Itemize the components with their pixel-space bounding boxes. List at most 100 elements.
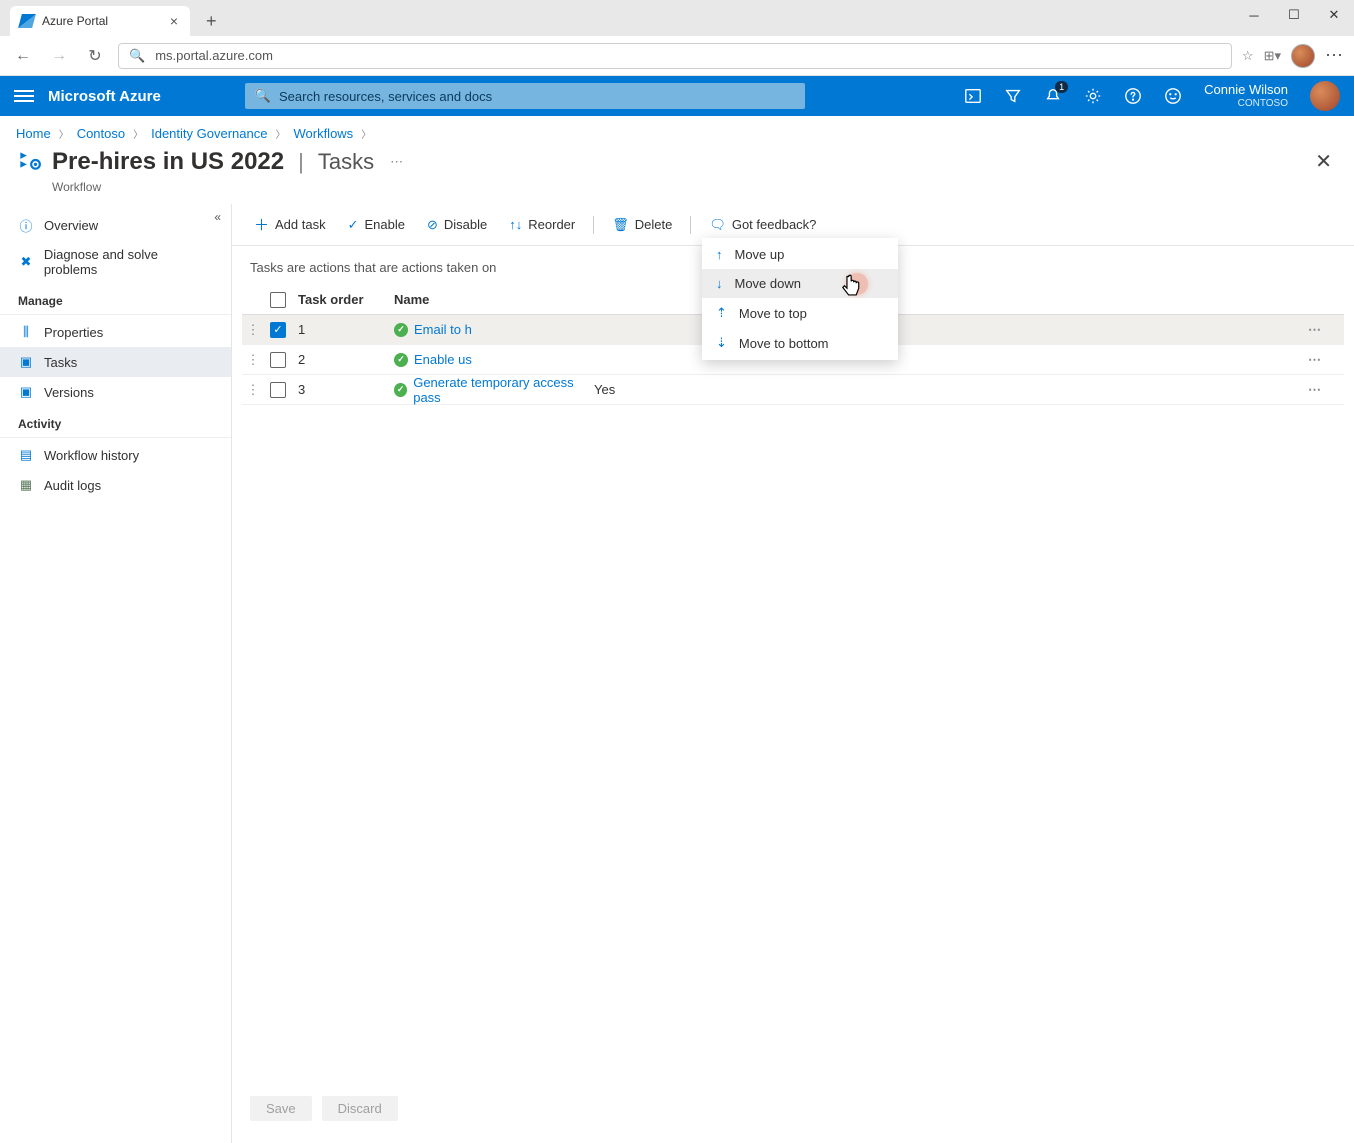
browser-back-button[interactable]: ←	[10, 43, 36, 69]
arrow-down-icon: ↓	[716, 276, 723, 291]
browser-menu-button[interactable]: ⋯	[1325, 45, 1344, 66]
task-name-link[interactable]: Enable us	[414, 352, 472, 367]
browser-tab-strip: Azure Portal × + ─ ☐ ✕	[0, 0, 1354, 36]
drag-handle-icon[interactable]: ⋮	[242, 382, 262, 398]
window-minimize-button[interactable]: ─	[1234, 0, 1274, 30]
row-checkbox[interactable]	[270, 382, 286, 398]
history-icon: ▤	[18, 447, 34, 463]
sidebar-item-label: Versions	[44, 385, 94, 400]
url-input[interactable]: 🔍 ms.portal.azure.com	[118, 43, 1232, 69]
azure-brand[interactable]: Microsoft Azure	[48, 88, 161, 105]
search-placeholder: Search resources, services and docs	[279, 89, 492, 104]
sidebar-item-tasks[interactable]: ▣ Tasks	[0, 347, 231, 377]
directory-filter-icon[interactable]	[1004, 87, 1022, 105]
drag-handle-icon[interactable]: ⋮	[242, 352, 262, 368]
feedback-smiley-icon[interactable]	[1164, 87, 1182, 105]
main-content: ＋Add task ✓Enable ⊘Disable ↑↓Reorder 🗑De…	[232, 204, 1354, 1143]
sidebar-item-label: Diagnose and solve problems	[44, 247, 213, 277]
sidebar-item-audit[interactable]: ▦ Audit logs	[0, 470, 231, 500]
more-actions-icon[interactable]: ⋯	[390, 154, 403, 170]
row-menu-button[interactable]: ⋯	[1308, 352, 1344, 368]
new-tab-button[interactable]: +	[198, 7, 225, 36]
collections-icon[interactable]: ⊞▾	[1264, 48, 1281, 64]
breadcrumb-identity-governance[interactable]: Identity Governance	[151, 126, 267, 141]
tasks-icon: ▣	[18, 354, 34, 370]
select-all-checkbox[interactable]	[270, 292, 286, 308]
drag-handle-icon[interactable]: ⋮	[242, 322, 262, 338]
window-controls: ─ ☐ ✕	[1234, 0, 1354, 30]
move-up-item[interactable]: ↑Move up	[702, 240, 898, 269]
portal-menu-button[interactable]	[14, 90, 34, 102]
wrench-icon: ✖	[18, 254, 34, 270]
user-account-button[interactable]: Connie Wilson CONTOSO	[1204, 83, 1288, 108]
page-subtitle: Workflow	[0, 180, 1354, 204]
enable-button[interactable]: ✓Enable	[340, 213, 413, 237]
browser-address-bar: ← → ↻ 🔍 ms.portal.azure.com ☆ ⊞▾ ⋯	[0, 36, 1354, 76]
row-menu-button[interactable]: ⋯	[1308, 382, 1344, 398]
sidebar-item-label: Tasks	[44, 355, 77, 370]
status-success-icon: ✓	[394, 353, 408, 367]
window-maximize-button[interactable]: ☐	[1274, 0, 1314, 30]
window-close-button[interactable]: ✕	[1314, 0, 1354, 30]
title-separator: |	[298, 149, 304, 175]
row-menu-button[interactable]: ⋯	[1308, 322, 1344, 338]
sidebar-section-activity: Activity	[0, 407, 231, 438]
task-name-link[interactable]: Generate temporary access pass	[413, 375, 594, 405]
task-order-value: 1	[294, 322, 394, 337]
disable-button[interactable]: ⊘Disable	[419, 213, 495, 237]
add-task-button[interactable]: ＋Add task	[246, 210, 334, 239]
browser-refresh-button[interactable]: ↻	[82, 43, 108, 69]
sidebar-item-label: Properties	[44, 325, 103, 340]
info-icon: ⓘ	[18, 217, 34, 233]
table-row[interactable]: ⋮ 3 ✓Generate temporary access pass Yes …	[242, 375, 1344, 405]
arrow-top-icon: ⇡	[716, 305, 727, 321]
chevron-right-icon: 〉	[133, 126, 143, 141]
arrow-up-icon: ↑	[716, 247, 723, 262]
sidebar-item-versions[interactable]: ▣ Versions	[0, 377, 231, 407]
tab-close-icon[interactable]: ×	[170, 13, 178, 29]
row-checkbox[interactable]	[270, 352, 286, 368]
move-bottom-item[interactable]: ⇣Move to bottom	[702, 328, 898, 358]
settings-icon[interactable]	[1084, 87, 1102, 105]
col-task-order[interactable]: Task order	[294, 292, 394, 307]
sidebar-item-properties[interactable]: ⫼ Properties	[0, 317, 231, 347]
breadcrumb-home[interactable]: Home	[16, 126, 51, 141]
separator	[690, 216, 691, 234]
user-name: Connie Wilson	[1204, 83, 1288, 97]
pointer-cursor-icon	[840, 274, 862, 306]
task-name-link[interactable]: Email to h	[414, 322, 472, 337]
breadcrumb-contoso[interactable]: Contoso	[77, 126, 125, 141]
user-tenant: CONTOSO	[1204, 98, 1288, 109]
arrow-bottom-icon: ⇣	[716, 335, 727, 351]
search-icon: 🔍	[255, 88, 271, 104]
chevron-right-icon: 〉	[275, 126, 285, 141]
notifications-icon[interactable]: 1	[1044, 87, 1062, 105]
delete-button[interactable]: 🗑Delete	[604, 213, 680, 237]
move-down-item[interactable]: ↓Move down	[702, 269, 898, 298]
sidebar-item-diagnose[interactable]: ✖ Diagnose and solve problems	[0, 240, 231, 284]
move-top-item[interactable]: ⇡Move to top	[702, 298, 898, 328]
sidebar-item-label: Workflow history	[44, 448, 139, 463]
collapse-nav-icon[interactable]: «	[214, 210, 221, 224]
blade-close-button[interactable]: ✕	[1315, 149, 1338, 174]
col-name[interactable]: Name	[394, 292, 594, 307]
favorite-icon[interactable]: ☆	[1242, 48, 1254, 64]
breadcrumb-workflows[interactable]: Workflows	[293, 126, 353, 141]
sidebar-item-overview[interactable]: ⓘ Overview	[0, 210, 231, 240]
user-avatar[interactable]	[1310, 81, 1340, 111]
reorder-button[interactable]: ↑↓Reorder	[501, 213, 583, 236]
discard-button[interactable]: Discard	[322, 1096, 398, 1121]
browser-tab[interactable]: Azure Portal ×	[10, 6, 190, 36]
cloud-shell-icon[interactable]	[964, 87, 982, 105]
workflow-icon	[16, 147, 42, 176]
save-button[interactable]: Save	[250, 1096, 312, 1121]
side-nav: « ⓘ Overview ✖ Diagnose and solve proble…	[0, 204, 232, 1143]
properties-icon: ⫼	[18, 324, 34, 340]
sidebar-item-history[interactable]: ▤ Workflow history	[0, 440, 231, 470]
row-checkbox[interactable]: ✓	[270, 322, 286, 338]
browser-profile-avatar[interactable]	[1291, 44, 1315, 68]
global-search-input[interactable]: 🔍 Search resources, services and docs	[245, 83, 805, 109]
feedback-button[interactable]: 🗨Got feedback?	[701, 213, 824, 237]
browser-forward-button[interactable]: →	[46, 43, 72, 69]
help-icon[interactable]	[1124, 87, 1142, 105]
